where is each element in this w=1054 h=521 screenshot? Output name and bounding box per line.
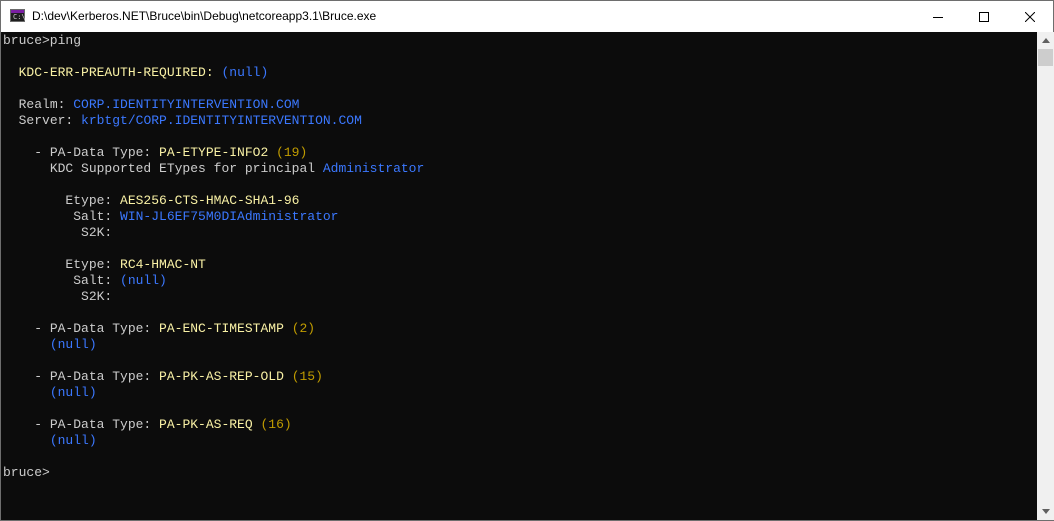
- error-code: KDC-ERR-PREAUTH-REQUIRED:: [18, 65, 214, 80]
- server-value: krbtgt/CORP.IDENTITYINTERVENTION.COM: [81, 113, 362, 128]
- pa-data-label: - PA-Data Type:: [34, 417, 160, 432]
- final-prompt: bruce>: [3, 465, 50, 480]
- realm-value: CORP.IDENTITYINTERVENTION.COM: [73, 97, 300, 112]
- maximize-icon: [979, 11, 989, 22]
- final-prompt-line[interactable]: bruce>: [3, 465, 50, 481]
- pa-data-line: - PA-Data Type: PA-ENC-TIMESTAMP (2): [3, 321, 315, 337]
- realm-line: Realm: CORP.IDENTITYINTERVENTION.COM: [3, 97, 300, 113]
- console-window: C:\ D:\dev\Kerberos.NET\Bruce\bin\Debug\…: [0, 0, 1054, 521]
- server-line: Server: krbtgt/CORP.IDENTITYINTERVENTION…: [3, 113, 362, 129]
- supported-etypes-text: KDC Supported ETypes for principal: [49, 161, 323, 176]
- prompt-command-text: bruce>ping: [3, 33, 82, 48]
- s2k-line: S2K:: [3, 289, 112, 305]
- close-button[interactable]: [1007, 1, 1053, 32]
- error-value: (null): [221, 65, 269, 80]
- pa-data-line: - PA-Data Type: PA-PK-AS-REP-OLD (15): [3, 369, 323, 385]
- salt-label: Salt:: [73, 209, 121, 224]
- pa-data-label: - PA-Data Type:: [34, 145, 160, 160]
- pa-data-value: (null): [49, 385, 97, 400]
- minimize-button[interactable]: [915, 1, 961, 32]
- scroll-up-button[interactable]: [1037, 32, 1054, 49]
- scroll-thumb[interactable]: [1038, 49, 1053, 66]
- server-label: Server:: [18, 113, 82, 128]
- pa-data-type: PA-PK-AS-REQ: [159, 417, 253, 432]
- pa-data-value-line: (null): [3, 385, 97, 401]
- salt-label: Salt:: [73, 273, 121, 288]
- s2k-label: S2K:: [81, 225, 113, 240]
- pa-data-label: - PA-Data Type:: [34, 369, 160, 384]
- supported-etypes-line: KDC Supported ETypes for principal Admin…: [3, 161, 424, 177]
- prompt-line: bruce>ping: [3, 33, 81, 49]
- close-icon: [1025, 11, 1035, 22]
- etype-value: AES256-CTS-HMAC-SHA1-96: [120, 193, 300, 208]
- pa-data-line: - PA-Data Type: PA-PK-AS-REQ (16): [3, 417, 292, 433]
- pa-data-type: PA-ENC-TIMESTAMP: [159, 321, 284, 336]
- pa-data-number: (15): [291, 369, 323, 384]
- s2k-line: S2K:: [3, 225, 112, 241]
- scroll-down-button[interactable]: [1037, 503, 1054, 520]
- pa-data-value-line: (null): [3, 433, 97, 449]
- console-app-icon[interactable]: C:\: [10, 9, 26, 22]
- pa-data-value: (null): [49, 433, 97, 448]
- pa-data-label: - PA-Data Type:: [34, 321, 160, 336]
- s2k-label: S2K:: [81, 289, 113, 304]
- scroll-down-arrow-icon: [1041, 509, 1050, 514]
- pa-data-number: (19): [276, 145, 308, 160]
- minimize-icon: [933, 16, 943, 18]
- pa-data-number: (2): [291, 321, 316, 336]
- salt-line: Salt: (null): [3, 273, 167, 289]
- pa-data-type: PA-ETYPE-INFO2: [159, 145, 269, 160]
- pa-data-value-line: (null): [3, 337, 97, 353]
- console-output[interactable]: bruce>ping KDC-ERR-PREAUTH-REQUIRED: (nu…: [1, 32, 1037, 520]
- principal-name: Administrator: [322, 161, 425, 176]
- salt-value: WIN-JL6EF75M0DIAdministrator: [120, 209, 339, 224]
- etype-line: Etype: RC4-HMAC-NT: [3, 257, 206, 273]
- pa-data-type: PA-PK-AS-REP-OLD: [159, 369, 284, 384]
- etype-label: Etype:: [65, 193, 121, 208]
- salt-value: (null): [120, 273, 167, 288]
- etype-label: Etype:: [65, 257, 121, 272]
- vertical-scrollbar[interactable]: [1037, 32, 1054, 520]
- salt-line: Salt: WIN-JL6EF75M0DIAdministrator: [3, 209, 338, 225]
- pa-data-number: (16): [260, 417, 292, 432]
- scroll-up-arrow-icon: [1041, 38, 1050, 43]
- error-line: KDC-ERR-PREAUTH-REQUIRED: (null): [3, 65, 269, 81]
- maximize-button[interactable]: [961, 1, 1007, 32]
- etype-line: Etype: AES256-CTS-HMAC-SHA1-96: [3, 193, 299, 209]
- etype-value: RC4-HMAC-NT: [120, 257, 206, 272]
- title-bar[interactable]: C:\ D:\dev\Kerberos.NET\Bruce\bin\Debug\…: [1, 1, 1053, 32]
- realm-label: Realm:: [18, 97, 74, 112]
- pa-data-value: (null): [49, 337, 97, 352]
- window-title: D:\dev\Kerberos.NET\Bruce\bin\Debug\netc…: [32, 9, 377, 23]
- pa-data-line: - PA-Data Type: PA-ETYPE-INFO2 (19): [3, 145, 307, 161]
